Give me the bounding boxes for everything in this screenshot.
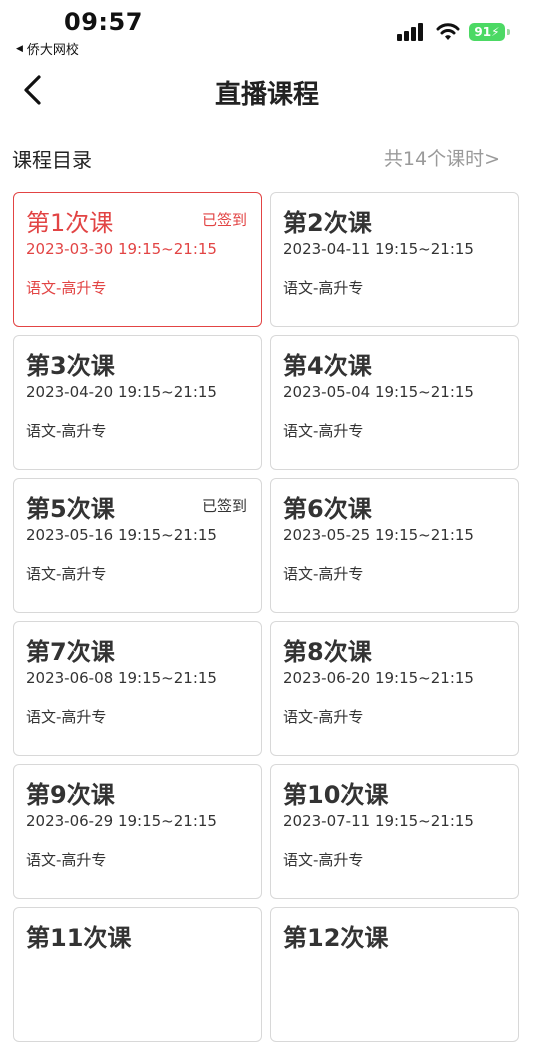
course-name: 语文-高升专 [283,565,364,583]
lesson-grid: 第1次课 已签到 2023-03-30 19:15~21:15 语文-高升专 第2次课 2… [13,192,519,1042]
charging-bolt-icon: ⚡ [491,25,500,39]
lesson-name: 第9次课 [26,781,115,809]
lesson-name: 第4次课 [283,352,372,380]
lesson-card[interactable]: 第1次课 已签到 2023-03-30 19:15~21:15 语文-高升专 [13,192,262,327]
status-time: 09:57 [64,8,143,36]
lesson-datetime: 2023-06-08 19:15~21:15 [26,669,217,687]
catalog-header: 课程目录 共14个课时> [0,140,534,176]
course-name: 语文-高升专 [26,708,107,726]
lesson-name: 第6次课 [283,495,372,523]
course-name: 语文-高升专 [26,565,107,583]
lesson-name: 第3次课 [26,352,115,380]
page-title: 直播课程 [214,80,319,110]
lesson-name: 第11次课 [26,924,132,952]
lesson-datetime: 2023-03-30 19:15~21:15 [26,240,217,258]
back-to-app-link[interactable]: ◀ 侨大网校 [16,39,79,58]
lesson-card[interactable]: 第7次课 2023-06-08 19:15~21:15 语文-高升专 [13,621,262,756]
back-app-label: 侨大网校 [26,43,79,58]
lesson-name: 第1次课 [26,209,114,237]
lesson-card[interactable]: 第12次课 [270,907,519,1042]
catalog-title: 课程目录 [12,148,92,172]
signed-in-badge: 已签到 [201,211,247,229]
course-name: 语文-高升专 [283,708,364,726]
lesson-datetime: 2023-06-29 19:15~21:15 [26,812,217,830]
lesson-card[interactable]: 第2次课 2023-04-11 19:15~21:15 语文-高升专 [270,192,519,327]
course-name: 语文-高升专 [26,422,107,440]
lesson-name: 第8次课 [283,638,372,666]
lesson-name: 第10次课 [283,781,389,809]
lesson-card[interactable]: 第8次课 2023-06-20 19:15~21:15 语文-高升专 [270,621,519,756]
lesson-name: 第5次课 [26,495,115,523]
lesson-name: 第7次课 [26,638,115,666]
lesson-card[interactable]: 第4次课 2023-05-04 19:15~21:15 语文-高升专 [270,335,519,470]
signed-in-badge: 已签到 [201,497,247,515]
lesson-datetime: 2023-05-25 19:15~21:15 [283,526,474,544]
lesson-datetime: 2023-05-04 19:15~21:15 [283,383,474,401]
lesson-name: 第12次课 [283,924,389,952]
lesson-card[interactable]: 第10次课 2023-07-11 19:15~21:15 语文-高升专 [270,764,519,899]
lesson-card[interactable]: 第11次课 [13,907,262,1042]
lesson-datetime: 2023-05-16 19:15~21:15 [26,526,217,544]
lesson-card[interactable]: 第9次课 2023-06-29 19:15~21:15 语文-高升专 [13,764,262,899]
status-bar: 09:57 ◀ 侨大网校 91 ⚡ [0,0,534,60]
lesson-datetime: 2023-07-11 19:15~21:15 [283,812,474,830]
back-triangle-icon: ◀ [16,43,23,54]
lesson-card[interactable]: 第6次课 2023-05-25 19:15~21:15 语文-高升专 [270,478,519,613]
lesson-name: 第2次课 [283,209,372,237]
course-name: 语文-高升专 [26,851,107,869]
lesson-datetime: 2023-04-11 19:15~21:15 [283,240,474,258]
lesson-card[interactable]: 第3次课 2023-04-20 19:15~21:15 语文-高升专 [13,335,262,470]
course-name: 语文-高升专 [283,851,364,869]
course-name: 语文-高升专 [283,279,364,297]
course-name: 语文-高升专 [283,422,364,440]
lesson-count-link[interactable]: 共14个课时> [384,144,500,171]
lesson-datetime: 2023-06-20 19:15~21:15 [283,669,474,687]
cellular-signal-icon [397,23,423,41]
course-name: 语文-高升专 [26,279,107,297]
nav-bar: 直播课程 [0,60,534,120]
lesson-datetime: 2023-04-20 19:15~21:15 [26,383,217,401]
lesson-card[interactable]: 第5次课 已签到 2023-05-16 19:15~21:15 语文-高升专 [13,478,262,613]
battery-indicator: 91 ⚡ [469,22,511,42]
battery-level: 91 [474,25,492,39]
wifi-icon [436,23,460,40]
